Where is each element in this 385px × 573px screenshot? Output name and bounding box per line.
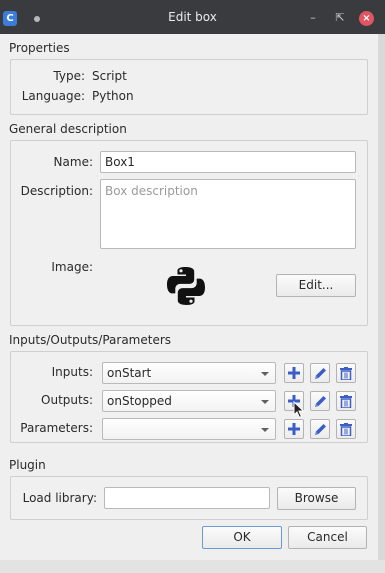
pencil-icon — [315, 424, 326, 435]
add-parameter-button[interactable] — [284, 419, 304, 439]
image-label: Image: — [51, 260, 93, 274]
trash-icon — [340, 395, 352, 408]
properties-group: Type: Script Language: Python — [10, 59, 368, 115]
window-shadow — [378, 34, 385, 573]
chevron-down-icon — [261, 400, 269, 404]
inputs-label: Inputs: — [51, 365, 93, 379]
outputs-label: Outputs: — [41, 393, 93, 407]
name-input[interactable]: Box1 — [100, 151, 356, 173]
title-bar[interactable]: C Edit box – ⇱ × — [0, 0, 385, 34]
pencil-icon — [315, 396, 326, 407]
window-title: Edit box — [168, 10, 217, 24]
type-label: Type: — [53, 69, 85, 83]
delete-output-button[interactable] — [336, 391, 356, 411]
trash-icon — [340, 367, 352, 380]
edit-output-button[interactable] — [310, 391, 330, 411]
language-label: Language: — [21, 89, 85, 103]
close-icon[interactable]: × — [359, 11, 374, 26]
io-section-title: Inputs/Outputs/Parameters — [9, 333, 172, 347]
browse-button[interactable]: Browse — [277, 487, 356, 510]
general-group: Name: Box1 Description: Box description … — [10, 140, 368, 326]
edit-parameter-button[interactable] — [310, 419, 330, 439]
parameters-combo[interactable] — [102, 418, 276, 440]
window-shadow-bottom — [0, 560, 385, 573]
add-input-button[interactable] — [284, 363, 304, 383]
plus-icon — [288, 423, 300, 435]
restore-icon[interactable]: ⇱ — [332, 10, 348, 26]
ok-button[interactable]: OK — [202, 526, 282, 549]
plus-icon — [288, 367, 300, 379]
parameters-label: Parameters: — [20, 421, 93, 435]
type-value: Script — [92, 69, 127, 83]
description-label: Description: — [20, 184, 93, 198]
edit-input-button[interactable] — [310, 363, 330, 383]
chevron-down-icon — [261, 372, 269, 376]
python-logo-icon — [165, 265, 207, 307]
cancel-button[interactable]: Cancel — [288, 526, 367, 549]
properties-section-title: Properties — [9, 41, 70, 55]
edit-box-dialog: Properties Type: Script Language: Python… — [0, 34, 378, 560]
load-library-input[interactable] — [104, 487, 270, 509]
pencil-icon — [315, 368, 326, 379]
outputs-combo-value: onStopped — [107, 394, 172, 408]
trash-icon — [340, 423, 352, 436]
description-textarea[interactable]: Box description — [100, 179, 356, 249]
inputs-combo[interactable]: onStart — [102, 362, 276, 384]
mouse-cursor-icon — [293, 401, 305, 419]
outputs-combo[interactable]: onStopped — [102, 390, 276, 412]
load-library-label: Load library: — [22, 491, 97, 505]
general-section-title: General description — [9, 122, 127, 136]
delete-parameter-button[interactable] — [336, 419, 356, 439]
plugin-group: Load library: Browse — [10, 476, 368, 520]
name-label: Name: — [53, 155, 93, 169]
edit-image-button[interactable]: Edit... — [276, 274, 356, 297]
minimize-icon[interactable]: – — [305, 10, 321, 26]
plugin-section-title: Plugin — [9, 458, 46, 472]
inputs-combo-value: onStart — [107, 366, 152, 380]
delete-input-button[interactable] — [336, 363, 356, 383]
io-group: Inputs: onStart Outputs: onStopped Param… — [10, 351, 368, 443]
chevron-down-icon — [261, 428, 269, 432]
language-value: Python — [92, 89, 134, 103]
